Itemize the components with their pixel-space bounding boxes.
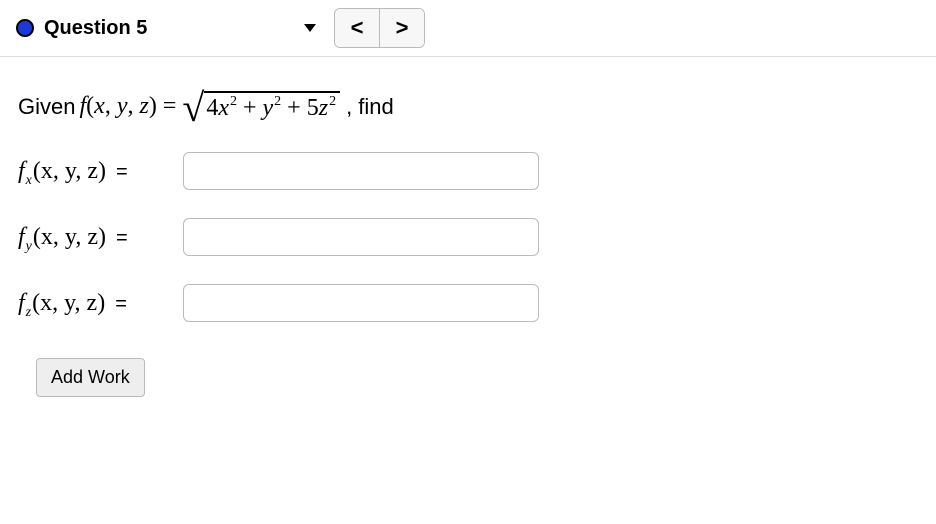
top-bar: Question 5 < >: [0, 0, 936, 57]
row-fy: fy(x, y, z) =: [18, 218, 918, 256]
prompt-function: f(x, y, z) =: [79, 93, 176, 120]
prev-button[interactable]: <: [335, 9, 379, 47]
row-fz: fz(x, y, z) =: [18, 284, 918, 322]
question-select[interactable]: Question 5: [14, 15, 322, 42]
question-content: Given f(x, y, z) = √ 4x2 + y2 + 5z2 , fi…: [0, 57, 936, 419]
add-work-button[interactable]: Add Work: [36, 358, 145, 397]
row-fx: fx(x, y, z) =: [18, 152, 918, 190]
prompt-tail: , find: [346, 94, 394, 120]
chevron-down-icon: [304, 24, 316, 32]
radical-icon: √: [182, 93, 204, 123]
prompt-lead: Given: [18, 94, 75, 120]
question-select-label-group: Question 5: [16, 17, 147, 40]
label-fx: fx(x, y, z) =: [18, 158, 183, 185]
next-button[interactable]: >: [379, 9, 424, 47]
input-fx[interactable]: [183, 152, 539, 190]
chevron-right-icon: >: [396, 15, 409, 41]
radicand: 4x2 + y2 + 5z2: [204, 91, 340, 122]
chevron-left-icon: <: [351, 15, 364, 41]
label-fz: fz(x, y, z) =: [18, 290, 183, 317]
sqrt-expression: √ 4x2 + y2 + 5z2: [182, 91, 340, 122]
prompt-text: Given f(x, y, z) = √ 4x2 + y2 + 5z2 , fi…: [18, 91, 918, 122]
status-dot-icon: [16, 19, 34, 37]
question-label: Question 5: [44, 17, 147, 40]
input-fz[interactable]: [183, 284, 539, 322]
label-fy: fy(x, y, z) =: [18, 224, 183, 251]
input-fy[interactable]: [183, 218, 539, 256]
nav-group: < >: [334, 8, 425, 48]
